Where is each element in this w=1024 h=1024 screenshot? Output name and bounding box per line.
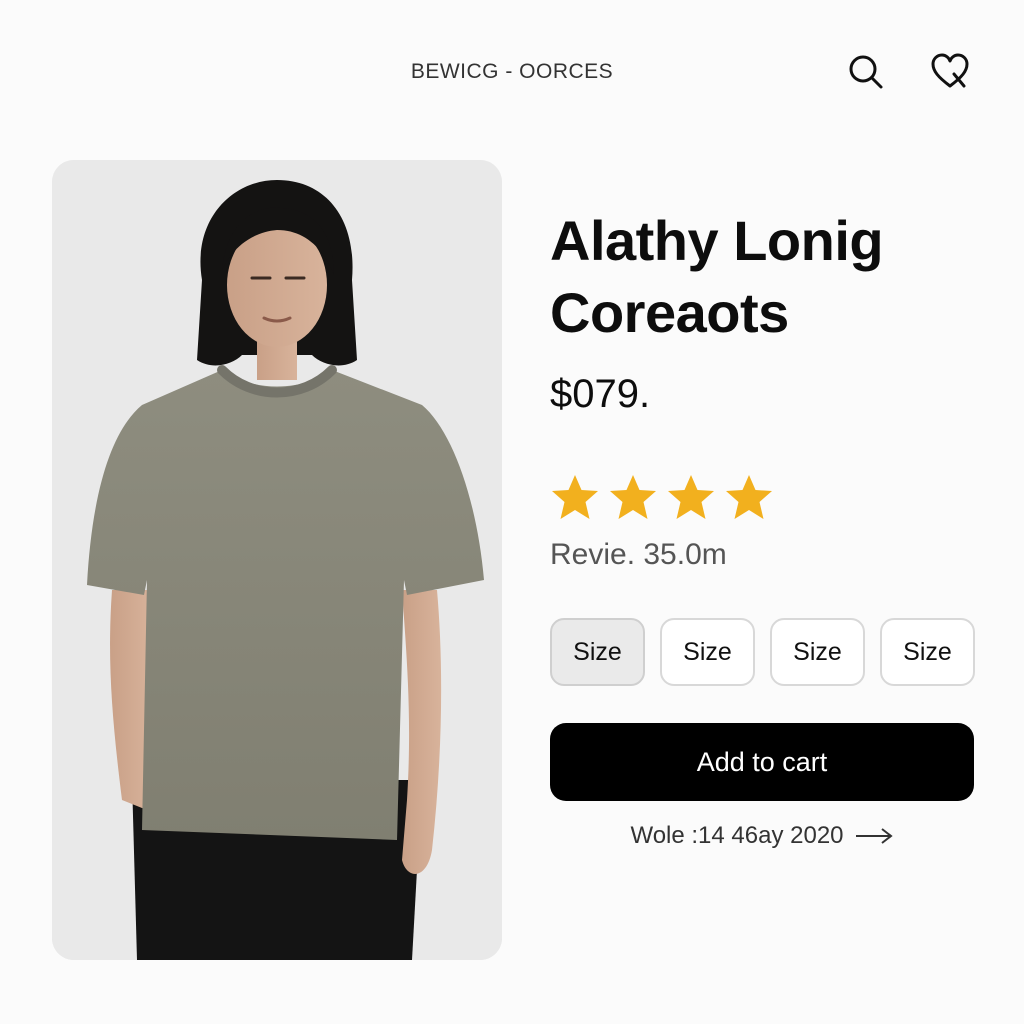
search-icon (849, 55, 883, 89)
add-to-cart-button[interactable]: Add to cart (550, 723, 974, 801)
size-option[interactable]: Size (770, 618, 865, 686)
product-title-line-2: Coreaots (550, 281, 789, 344)
product-page: BEWICG - OORCES Alathy Lonig Coreaots $0… (0, 0, 1024, 1024)
model-illustration (52, 160, 502, 960)
size-selector: Size Size Size Size (550, 618, 975, 686)
size-option[interactable]: Size (550, 618, 645, 686)
search-button[interactable] (844, 50, 888, 94)
star-icon (610, 475, 656, 519)
size-option[interactable]: Size (660, 618, 755, 686)
star-icon (552, 475, 598, 519)
product-title: Alathy Lonig Coreaots (550, 205, 990, 349)
star-rating (550, 472, 774, 522)
details-link-text: Wole :14 46ay 2020 (630, 822, 844, 849)
heart-icon (931, 53, 969, 88)
details-link[interactable]: Wole :14 46ay 2020 (550, 822, 974, 850)
product-price: $079. (550, 372, 651, 416)
brand-name[interactable]: BEWICG - OORCES (350, 60, 674, 84)
wishlist-button[interactable] (928, 50, 972, 94)
star-icon (668, 475, 714, 519)
product-image[interactable] (52, 160, 502, 960)
star-icon (726, 475, 772, 519)
reviews-count[interactable]: Revie. 35.0m (550, 538, 727, 572)
product-title-line-1: Alathy Lonig (550, 209, 884, 272)
size-option[interactable]: Size (880, 618, 975, 686)
arrow-right-icon (855, 828, 893, 844)
